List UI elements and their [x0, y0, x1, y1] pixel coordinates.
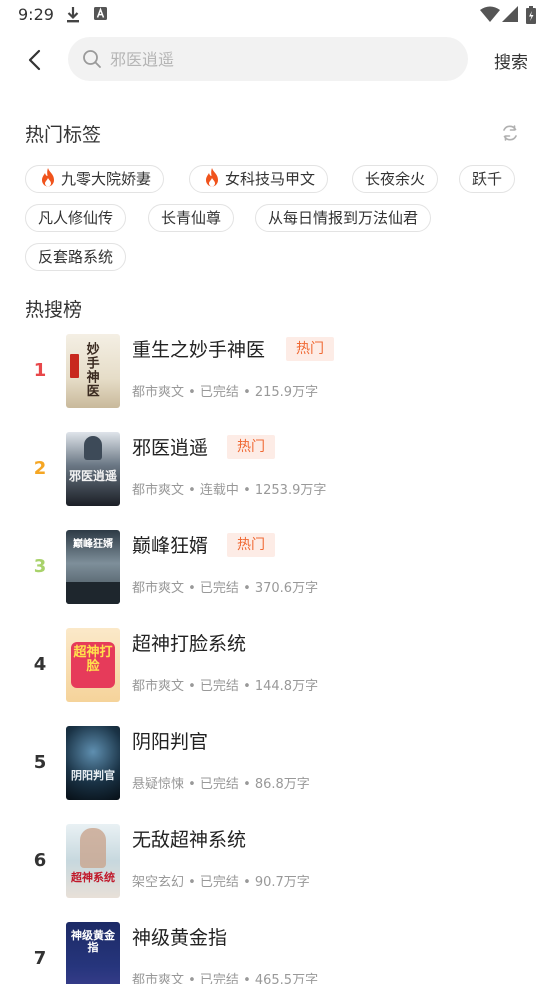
ranking-item[interactable]: 7 神级黄金指 神级黄金指 都市爽文 • 已完结 • 465.5万字 [0, 922, 554, 984]
search-input[interactable] [110, 37, 450, 81]
rank-number: 2 [33, 458, 47, 479]
rank-number: 7 [33, 948, 47, 969]
book-title: 巅峰狂婿 [132, 535, 209, 557]
rank-number: 5 [33, 752, 47, 773]
rank-number: 1 [33, 360, 47, 381]
hot-badge: 热门 [286, 337, 334, 361]
hot-ranking-title: 热搜榜 [25, 299, 83, 321]
cover-title: 神级黄金指 [71, 929, 115, 954]
book-cover: 阴阳判官 [66, 726, 120, 800]
search-icon [83, 50, 101, 68]
status-time: 9:29 [18, 5, 54, 24]
book-meta: 都市爽文 • 已完结 • 144.8万字 [132, 679, 319, 694]
tag-hot[interactable]: 女科技马甲文 [189, 165, 329, 193]
search-box[interactable] [68, 37, 468, 81]
book-meta: 都市爽文 • 连载中 • 1253.9万字 [132, 483, 327, 498]
cover-figure [84, 436, 102, 460]
ranking-item[interactable]: 4 超神打脸 超神打脸系统 都市爽文 • 已完结 • 144.8万字 [0, 628, 554, 726]
book-cover: 邪医逍遥 [66, 432, 120, 506]
notification-a-icon [94, 7, 107, 20]
book-meta: 都市爽文 • 已完结 • 215.9万字 [132, 385, 319, 400]
cover-figure [80, 828, 106, 868]
hot-tags-title: 热门标签 [25, 124, 102, 146]
tag-hot[interactable]: 九零大院娇妻 [25, 165, 165, 193]
search-button[interactable]: 搜索 [494, 48, 528, 73]
rank-number: 4 [33, 654, 47, 675]
wifi-icon [480, 6, 500, 22]
hot-badge: 热门 [227, 533, 275, 557]
book-meta: 都市爽文 • 已完结 • 465.5万字 [132, 973, 319, 984]
rank-number: 6 [33, 850, 47, 871]
book-cover: 超神系统 [66, 824, 120, 898]
search-header: 搜索 [0, 34, 554, 86]
ranking-item[interactable]: 6 超神系统 无敌超神系统 架空玄幻 • 已完结 • 90.7万字 [0, 824, 554, 922]
cover-skyline [66, 582, 120, 604]
book-title: 阴阳判官 [132, 731, 209, 753]
status-bar: 9:29 [0, 0, 554, 32]
tag-label: 九零大院娇妻 [61, 170, 152, 188]
tag[interactable]: 凡人修仙传 [25, 204, 127, 232]
book-meta: 架空玄幻 • 已完结 • 90.7万字 [132, 875, 310, 890]
tag-label: 女科技马甲文 [225, 170, 316, 188]
hot-badge: 热门 [227, 435, 275, 459]
book-cover: 超神打脸 [66, 628, 120, 702]
ranking-item[interactable]: 3 巅峰狂婿 巅峰狂婿 热门 都市爽文 • 已完结 • 370.6万字 [0, 530, 554, 628]
book-title: 超神打脸系统 [132, 633, 247, 655]
book-title: 邪医逍遥 [132, 437, 209, 459]
download-icon [67, 7, 79, 23]
book-cover: 巅峰狂婿 [66, 530, 120, 604]
back-arrow-icon[interactable] [22, 46, 50, 74]
book-cover: 神级黄金指 [66, 922, 120, 984]
signal-icon [502, 6, 518, 22]
book-meta: 悬疑惊悚 • 已完结 • 86.8万字 [132, 777, 310, 792]
rank-number: 3 [33, 556, 47, 577]
tag[interactable]: 跃千 [459, 165, 516, 193]
battery-icon [526, 6, 536, 24]
cover-title: 邪医逍遥 [68, 469, 117, 483]
refresh-icon[interactable] [500, 123, 520, 143]
cover-title: 超神系统 [71, 871, 115, 884]
book-title: 无敌超神系统 [132, 829, 247, 851]
tag[interactable]: 反套路系统 [25, 243, 127, 271]
book-title: 重生之妙手神医 [132, 339, 266, 361]
cover-seal [70, 354, 79, 378]
tag[interactable]: 长青仙尊 [148, 204, 235, 232]
cover-title: 巅峰狂婿 [73, 539, 113, 550]
book-cover: 妙手神医 [66, 334, 120, 408]
cover-title: 超神打脸 [73, 645, 113, 674]
tag[interactable]: 从每日情报到万法仙君 [255, 204, 432, 232]
book-meta: 都市爽文 • 已完结 • 370.6万字 [132, 581, 319, 596]
ranking-item[interactable]: 2 邪医逍遥 邪医逍遥 热门 都市爽文 • 连载中 • 1253.9万字 [0, 432, 554, 530]
ranking-item[interactable]: 1 妙手神医 重生之妙手神医 热门 都市爽文 • 已完结 • 215.9万字 [0, 334, 554, 432]
fire-icon [206, 168, 218, 187]
tag[interactable]: 长夜余火 [352, 165, 439, 193]
cover-title: 妙手神医 [83, 342, 99, 398]
book-title: 神级黄金指 [132, 927, 228, 949]
fire-icon [42, 168, 54, 187]
ranking-item[interactable]: 5 阴阳判官 阴阳判官 悬疑惊悚 • 已完结 • 86.8万字 [0, 726, 554, 824]
cover-title: 阴阳判官 [71, 769, 115, 782]
